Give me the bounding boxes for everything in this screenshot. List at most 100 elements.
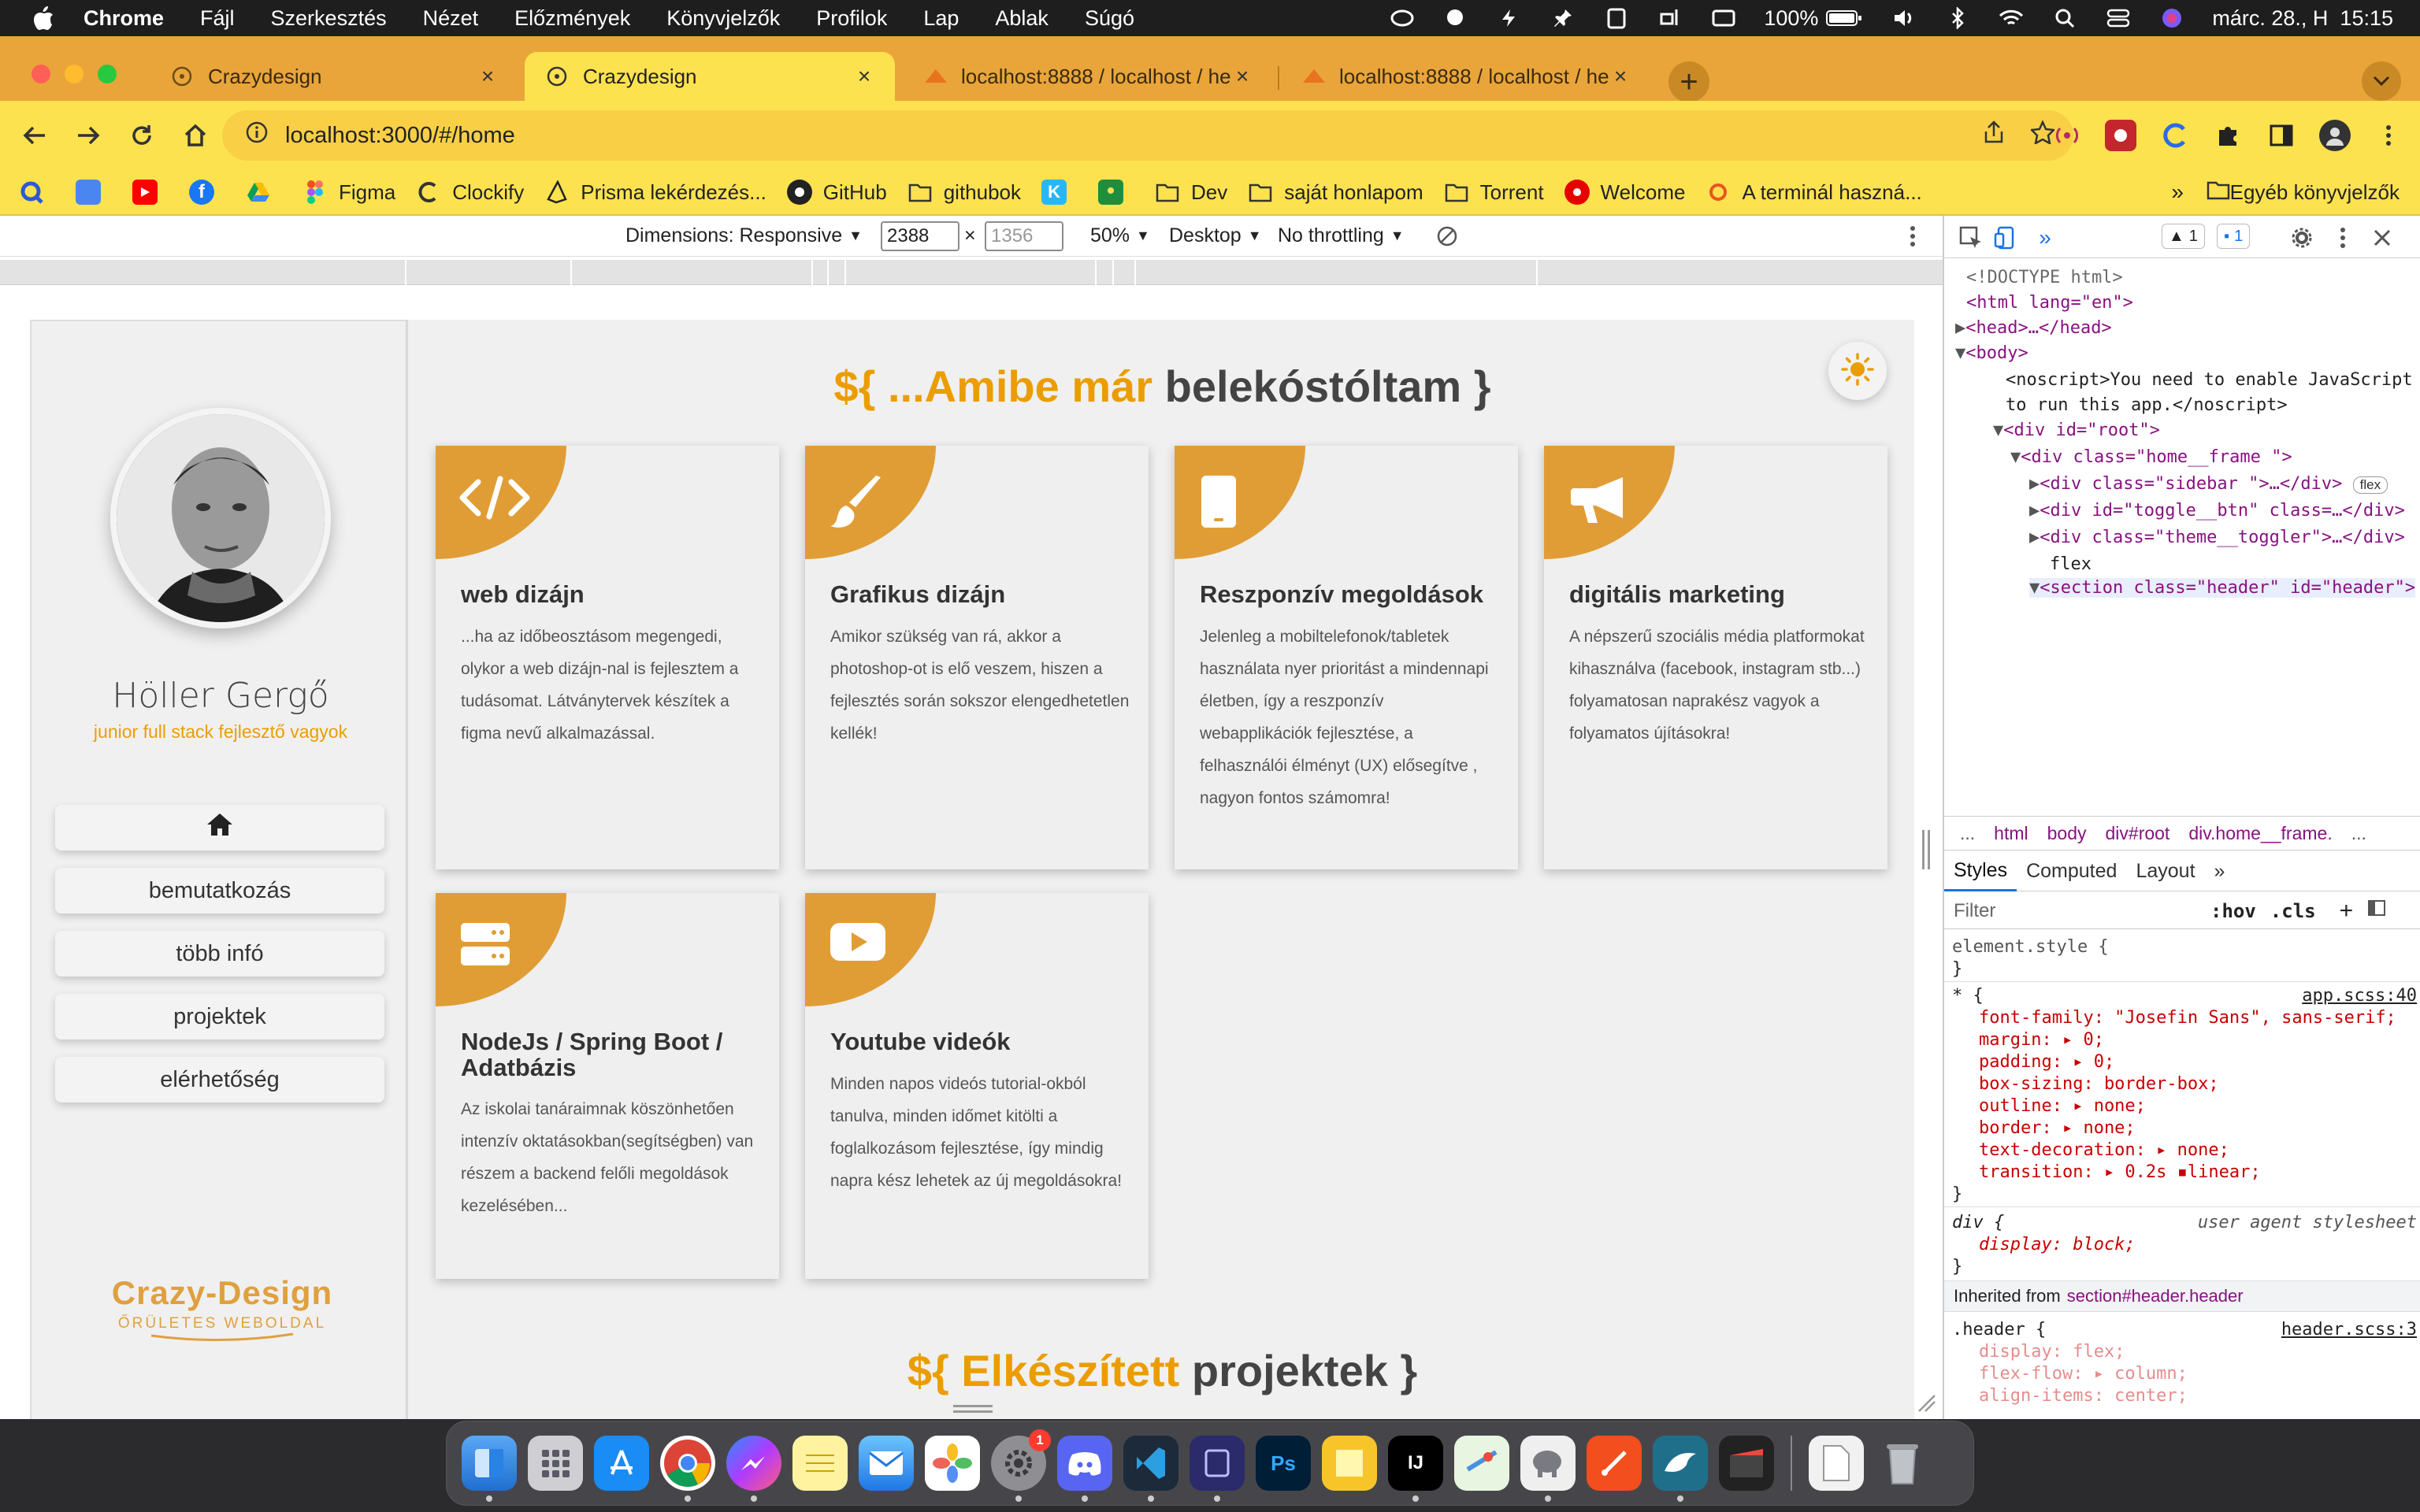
rotate-icon[interactable]	[1435, 224, 1459, 248]
close-tab-icon[interactable]: ×	[854, 64, 874, 88]
resize-handle-bottom[interactable]	[953, 1405, 993, 1413]
date-time[interactable]: márc. 28., H 15:15	[2212, 6, 2393, 31]
pin-icon[interactable]	[1550, 7, 1576, 29]
simulator-icon[interactable]	[1190, 1436, 1245, 1502]
inspect-element-icon[interactable]	[1958, 225, 1984, 250]
style-declaration[interactable]: display: flex;	[1979, 1342, 2125, 1362]
profile-avatar[interactable]	[2319, 120, 2351, 151]
chrome-menu-icon[interactable]	[2373, 120, 2404, 151]
reload-button[interactable]	[121, 115, 162, 156]
bookmark-figma[interactable]: Figma	[302, 180, 395, 205]
style-rule-selector[interactable]: * {	[1952, 986, 1984, 1006]
styles-filter-input[interactable]: Filter	[1954, 900, 2210, 922]
flex-badge[interactable]: flex	[2050, 554, 2092, 574]
resize-corner-icon[interactable]	[1916, 1392, 1936, 1417]
clipboard-icon[interactable]	[1603, 7, 1630, 29]
bookmarks-overflow-button[interactable]: »	[2171, 180, 2184, 205]
nav-elerhetoseg-button[interactable]: elérhetőség	[55, 1057, 384, 1102]
menu-help[interactable]: Súgó	[1085, 6, 1134, 31]
siri-icon[interactable]	[2158, 7, 2185, 29]
throttling-dropdown[interactable]: No throttling ▼	[1278, 224, 1405, 247]
finder-icon[interactable]	[462, 1436, 517, 1502]
wifi-icon[interactable]	[1998, 7, 2025, 29]
style-declaration[interactable]: font-family: "Josefin Sans", sans-serif;	[1979, 1008, 2396, 1028]
tab-more[interactable]: »	[2205, 852, 2235, 891]
address-bar[interactable]: localhost:3000/#/home	[222, 110, 2073, 161]
other-bookmarks-folder[interactable]: Egyéb könyvjelzők	[2207, 180, 2400, 206]
dom-root-row[interactable]: ▼<div id="root">	[1993, 421, 2160, 440]
crumb[interactable]: div#root	[2106, 823, 2170, 844]
crumb[interactable]: html	[1994, 823, 2028, 844]
dom-sidebar-row[interactable]: ▶<div class="sidebar ">…</div> flex	[2029, 474, 2388, 494]
puzzle-extensions-icon[interactable]	[2212, 120, 2244, 151]
stickies-icon[interactable]	[1322, 1436, 1377, 1491]
apple-icon[interactable]	[32, 5, 55, 32]
tab-crazydesign-1[interactable]: Crazydesign ×	[150, 52, 518, 101]
minimize-window-button[interactable]	[65, 65, 84, 83]
menu-profiles[interactable]: Profilok	[816, 6, 887, 31]
cls-toggle[interactable]: .cls	[2270, 900, 2316, 922]
dom-doctype[interactable]: <!DOCTYPE html>	[1966, 268, 2123, 287]
system-preferences-icon[interactable]: 1	[991, 1429, 1051, 1502]
podcast-extension-icon[interactable]	[2051, 120, 2083, 151]
tab-phpmyadmin-1[interactable]: localhost:8888 / localhost / he ×	[903, 52, 1273, 101]
battery-icon[interactable]	[1824, 7, 1864, 29]
tab-styles[interactable]: Styles	[1944, 852, 2017, 891]
style-rule-selector[interactable]: element.style {	[1952, 937, 2109, 957]
device-toggle-icon[interactable]	[1993, 225, 2018, 250]
zoom-dropdown[interactable]: 50% ▼	[1090, 224, 1150, 247]
theme-toggle-button[interactable]	[1828, 342, 1887, 400]
crumb[interactable]: ...	[2351, 823, 2366, 844]
close-devtools-icon[interactable]	[2370, 225, 2395, 250]
bluetooth-icon[interactable]	[1944, 7, 1971, 29]
more-panels-icon[interactable]: »	[2032, 225, 2058, 250]
new-tab-button[interactable]: +	[1668, 61, 1709, 102]
style-declaration[interactable]: border: ▸ none;	[1979, 1118, 2136, 1138]
control-center-icon[interactable]	[2105, 7, 2132, 29]
mail-icon[interactable]	[859, 1436, 914, 1491]
menu-edit[interactable]: Szerkesztés	[271, 6, 387, 31]
close-tab-icon[interactable]: ×	[1232, 64, 1253, 88]
menu-history[interactable]: Előzmények	[514, 6, 630, 31]
style-declaration[interactable]: flex-flow: ▸ column;	[1979, 1364, 2188, 1384]
menu-tab[interactable]: Lap	[923, 6, 959, 31]
trash-icon[interactable]	[1875, 1436, 1930, 1491]
device-toolbar-menu-icon[interactable]	[1910, 224, 1916, 248]
dom-head-row[interactable]: ▶<head>…</head>	[1955, 318, 2112, 338]
side-panel-icon[interactable]	[2266, 120, 2297, 151]
crumb[interactable]: ...	[1960, 823, 1975, 844]
bookmark-folder-honlap[interactable]: saját honlapom	[1248, 180, 1423, 205]
close-tab-icon[interactable]: ×	[1610, 64, 1631, 88]
volume-icon[interactable]	[1891, 7, 1917, 29]
dom-header-row[interactable]: ▼<section class="header" id="header">	[2029, 578, 2416, 598]
maps-icon[interactable]	[1454, 1436, 1509, 1491]
menu-window[interactable]: Ablak	[995, 6, 1049, 31]
computed-sidebar-icon[interactable]	[2367, 899, 2386, 922]
hov-toggle[interactable]: :hov	[2210, 900, 2256, 922]
elephant-icon[interactable]	[1442, 7, 1469, 29]
dimensions-dropdown[interactable]: Dimensions: Responsive ▼	[625, 224, 863, 247]
bookmark-prisma[interactable]: Prisma lekérdezés...	[544, 180, 766, 205]
style-declaration[interactable]: padding: ▸ 0;	[1979, 1052, 2114, 1072]
photos-icon[interactable]	[925, 1436, 980, 1491]
back-button[interactable]	[14, 115, 55, 156]
bookmark-translate[interactable]	[76, 180, 112, 205]
tab-crazydesign-active[interactable]: Crazydesign ×	[525, 52, 895, 101]
tab-search-button[interactable]	[2362, 61, 2401, 101]
bookmark-welcome[interactable]: Welcome	[1564, 180, 1685, 205]
height-input[interactable]: 1356	[985, 221, 1063, 251]
bookmark-github[interactable]: GitHub	[786, 180, 887, 205]
warning-badge[interactable]: ▲ 1	[2162, 224, 2205, 249]
style-source-link[interactable]: app.scss:40	[2302, 986, 2417, 1006]
crumb[interactable]: div.home__frame.	[2188, 823, 2332, 844]
devtools-settings-icon[interactable]	[2289, 225, 2314, 250]
dom-html[interactable]: <html lang="en">	[1966, 293, 2133, 313]
style-source-link[interactable]: header.scss:3	[2281, 1320, 2417, 1340]
close-window-button[interactable]	[32, 65, 50, 83]
device-type-dropdown[interactable]: Desktop ▼	[1169, 224, 1262, 247]
discord-icon[interactable]	[1057, 1436, 1112, 1502]
app-store-icon[interactable]	[594, 1436, 649, 1491]
nav-bemutatkozas-button[interactable]: bemutatkozás	[55, 868, 384, 914]
launchpad-icon[interactable]	[528, 1436, 583, 1491]
menu-file[interactable]: Fájl	[200, 6, 235, 31]
